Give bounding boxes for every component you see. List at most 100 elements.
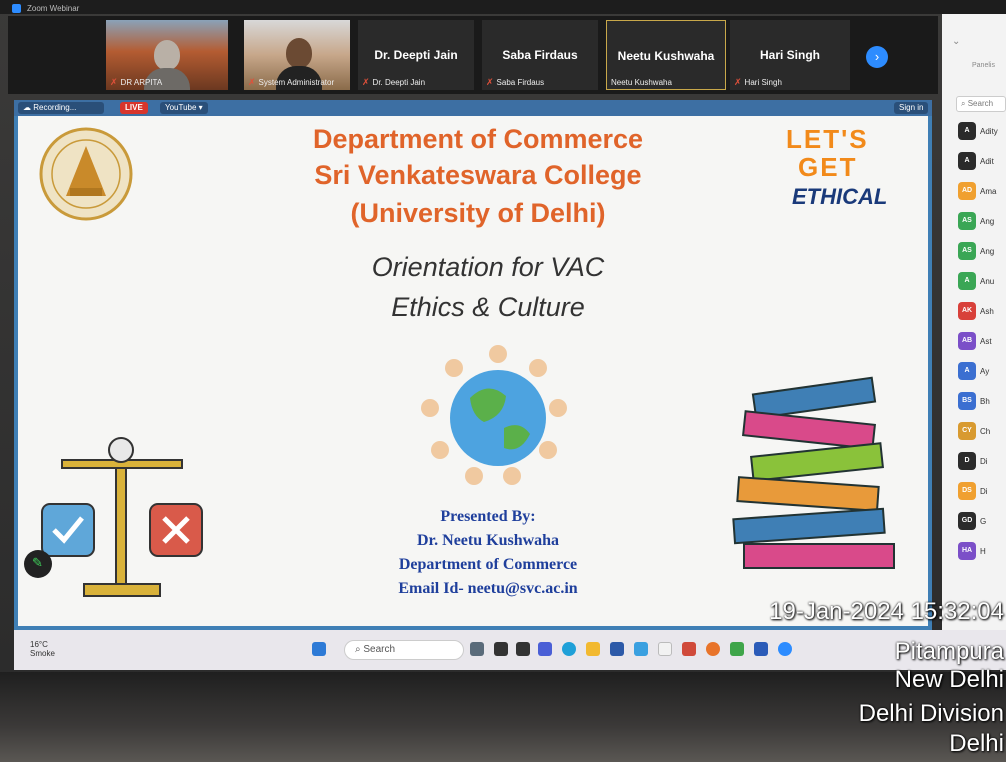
live-badge: LIVE (120, 102, 148, 114)
recording-label: Recording... (33, 103, 77, 112)
participant-caption: Neetu Kushwaha (611, 78, 672, 87)
attendee-name: Ama (980, 186, 997, 196)
tab-panelists[interactable]: Panelis (972, 62, 995, 69)
annotate-pen-button[interactable]: ✎ (24, 550, 52, 578)
attendee-name: Ay (980, 366, 990, 376)
mic-muted-icon: ✗ (110, 77, 118, 87)
avatar: AS (958, 242, 976, 260)
taskbar-search-input[interactable]: ⌕ Search (344, 640, 464, 660)
recording-indicator[interactable]: ☁ Recording... (18, 102, 104, 114)
attendee-item[interactable]: AB Ast (958, 332, 992, 350)
attendee-item[interactable]: GD G (958, 512, 986, 530)
participant-name: Neetu Kushwaha (611, 78, 672, 87)
avatar: A (958, 362, 976, 380)
attendee-name: Adit (980, 156, 994, 166)
youtube-label: YouTube (165, 103, 197, 112)
mcafee-icon[interactable] (682, 642, 696, 656)
temperature: 16°C (30, 640, 48, 649)
participant-caption: ✗ Dr. Deepti Jain (362, 77, 425, 88)
participant-display-name: Neetu Kushwaha (617, 49, 715, 63)
avatar: D (958, 452, 976, 470)
word-icon[interactable] (754, 642, 768, 656)
avatar: GD (958, 512, 976, 530)
attendee-item[interactable]: AS Ang (958, 212, 994, 230)
college-seal-icon (39, 127, 133, 221)
participant-tile-neetu[interactable]: Neetu Kushwaha Neetu Kushwaha (606, 20, 726, 90)
firefox-icon[interactable] (706, 642, 720, 656)
zoom-icon[interactable] (778, 642, 792, 656)
attendee-item[interactable]: A Ay (958, 362, 989, 380)
avatar: A (958, 272, 976, 290)
participant-name: Dr. Deepti Jain (372, 78, 426, 87)
edge-icon[interactable] (562, 642, 576, 656)
photo-location-line4: Delhi Division (858, 700, 1004, 727)
title-bar: Zoom Webinar (0, 0, 1006, 14)
chrome-icon[interactable] (730, 642, 744, 656)
participant-tile-saba[interactable]: Saba Firdaus ✗ Saba Firdaus (482, 20, 598, 90)
attendee-name: Ash (980, 306, 994, 316)
widgets-icon[interactable] (470, 642, 484, 656)
attendee-item[interactable]: BS Bh (958, 392, 990, 410)
attendee-item[interactable]: AK Ash (958, 302, 994, 320)
attendee-item[interactable]: AS Ang (958, 242, 994, 260)
lets-text: LET'S (786, 124, 869, 154)
participant-tile-hari[interactable]: Hari Singh ✗ Hari Singh (730, 20, 850, 90)
participant-caption: ✗ DR ARPITA (110, 77, 162, 88)
app-icon[interactable] (634, 642, 648, 656)
search-placeholder: Search (967, 99, 994, 108)
slide-subtitle-line1: Orientation for VAC (371, 252, 605, 282)
document-icon[interactable] (658, 642, 672, 656)
store-icon[interactable] (610, 642, 624, 656)
presenter-email: Email Id- neetu@svc.ac.in (398, 580, 578, 597)
share-toolbar: ☁ Recording... LIVE YouTube ▾ Sign in (14, 100, 932, 116)
caret-down-icon: ▾ (198, 103, 203, 112)
participant-caption: ✗ System Administrator (248, 77, 334, 88)
youtube-dropdown[interactable]: YouTube ▾ (160, 102, 208, 114)
attendee-name: Ch (980, 426, 991, 436)
avatar: HA (958, 542, 976, 560)
sign-in-button[interactable]: Sign in (894, 102, 929, 114)
participant-search-input[interactable]: ⌕ Search (956, 96, 1006, 112)
attendee-item[interactable]: DS Di (958, 482, 988, 500)
avatar: DS (958, 482, 976, 500)
avatar: AD (958, 182, 976, 200)
attendee-item[interactable]: CY Ch (958, 422, 990, 440)
file-explorer-icon[interactable] (516, 642, 530, 656)
attendee-item[interactable]: A Anu (958, 272, 994, 290)
attendee-item[interactable]: D Di (958, 452, 988, 470)
avatar: AB (958, 332, 976, 350)
participant-tile-admin[interactable]: ✗ System Administrator (244, 20, 350, 90)
task-view-icon[interactable] (494, 642, 508, 656)
participant-tile-deepti[interactable]: Dr. Deepti Jain ✗ Dr. Deepti Jain (358, 20, 474, 90)
attendee-item[interactable]: HA H (958, 542, 986, 560)
attendee-item[interactable]: A Adit (958, 152, 994, 170)
zoom-logo-icon (12, 3, 21, 13)
windows-start-icon[interactable] (312, 642, 326, 656)
avatar: AS (958, 212, 976, 230)
folder-icon[interactable] (586, 642, 600, 656)
windows-taskbar: 16°C Smoke ⌕ Search (14, 630, 1006, 670)
mic-muted-icon: ✗ (486, 77, 494, 87)
chevron-down-icon[interactable]: ⌄ (952, 36, 960, 47)
participants-panel: ⌄ Panelis ⌕ Search A Adity A Adit AD Ama AS Ang… (942, 14, 1006, 634)
shared-slide: Department of Commerce Sri Venkateswara … (14, 116, 932, 630)
participant-name: Hari Singh (744, 78, 782, 87)
attendee-name: Di (980, 456, 988, 466)
presenter-department: Department of Commerce (398, 556, 578, 573)
search-icon: ⌕ (355, 644, 361, 655)
avatar: A (958, 122, 976, 140)
monitor-bezel (0, 672, 1006, 762)
attendee-item[interactable]: AD Ama (958, 182, 996, 200)
participant-tile-arpita[interactable]: ✗ DR ARPITA (106, 20, 228, 90)
cloud-icon: ☁ (23, 103, 31, 112)
weather-widget[interactable]: 16°C Smoke (30, 640, 55, 658)
mic-muted-icon: ✗ (362, 77, 370, 87)
presenter-name: Dr. Neetu Kushwaha (416, 532, 560, 549)
lets-get-ethical-graphic: LET'S GET ETHICAL (774, 122, 914, 222)
photo-location-line3: New Delhi (894, 666, 1004, 693)
next-participants-button[interactable]: › (866, 46, 888, 68)
attendee-item[interactable]: A Adity (958, 122, 998, 140)
teams-icon[interactable] (538, 642, 552, 656)
participant-display-name: Dr. Deepti Jain (374, 48, 458, 62)
slide-title-line3: (University of Delhi) (350, 198, 606, 228)
